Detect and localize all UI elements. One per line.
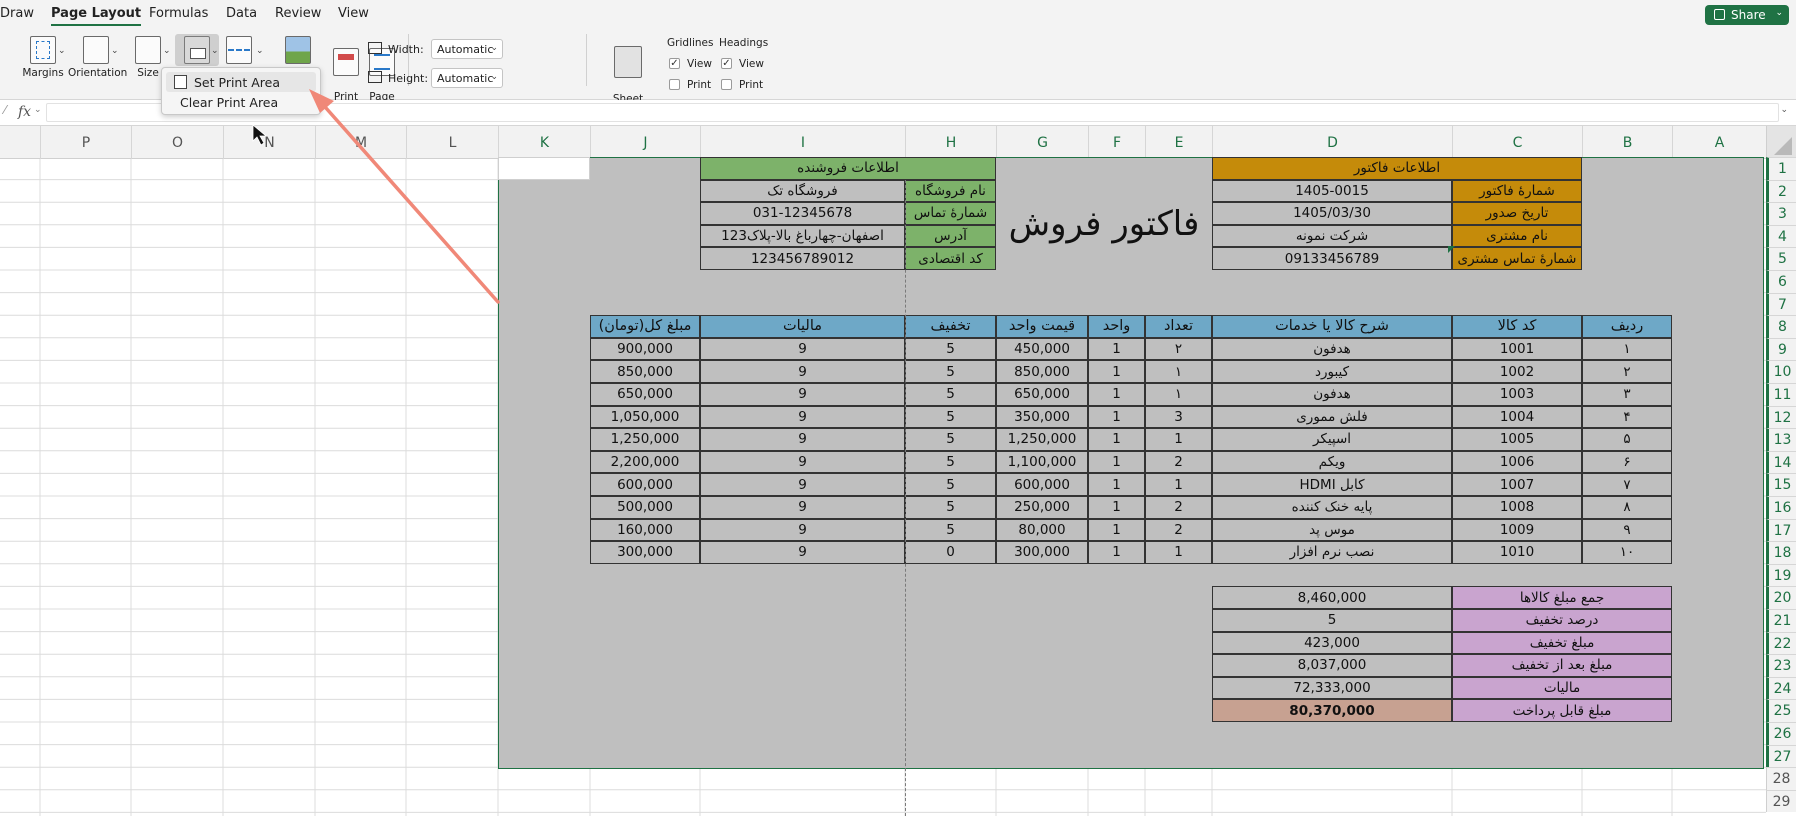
annotation-arrow <box>252 89 500 304</box>
excel-window: Draw Page Layout Formulas Data Review Vi… <box>0 0 1796 816</box>
arrow-head <box>309 89 334 113</box>
arrow-shaft <box>316 97 500 304</box>
mouse-cursor-icon <box>252 124 268 146</box>
